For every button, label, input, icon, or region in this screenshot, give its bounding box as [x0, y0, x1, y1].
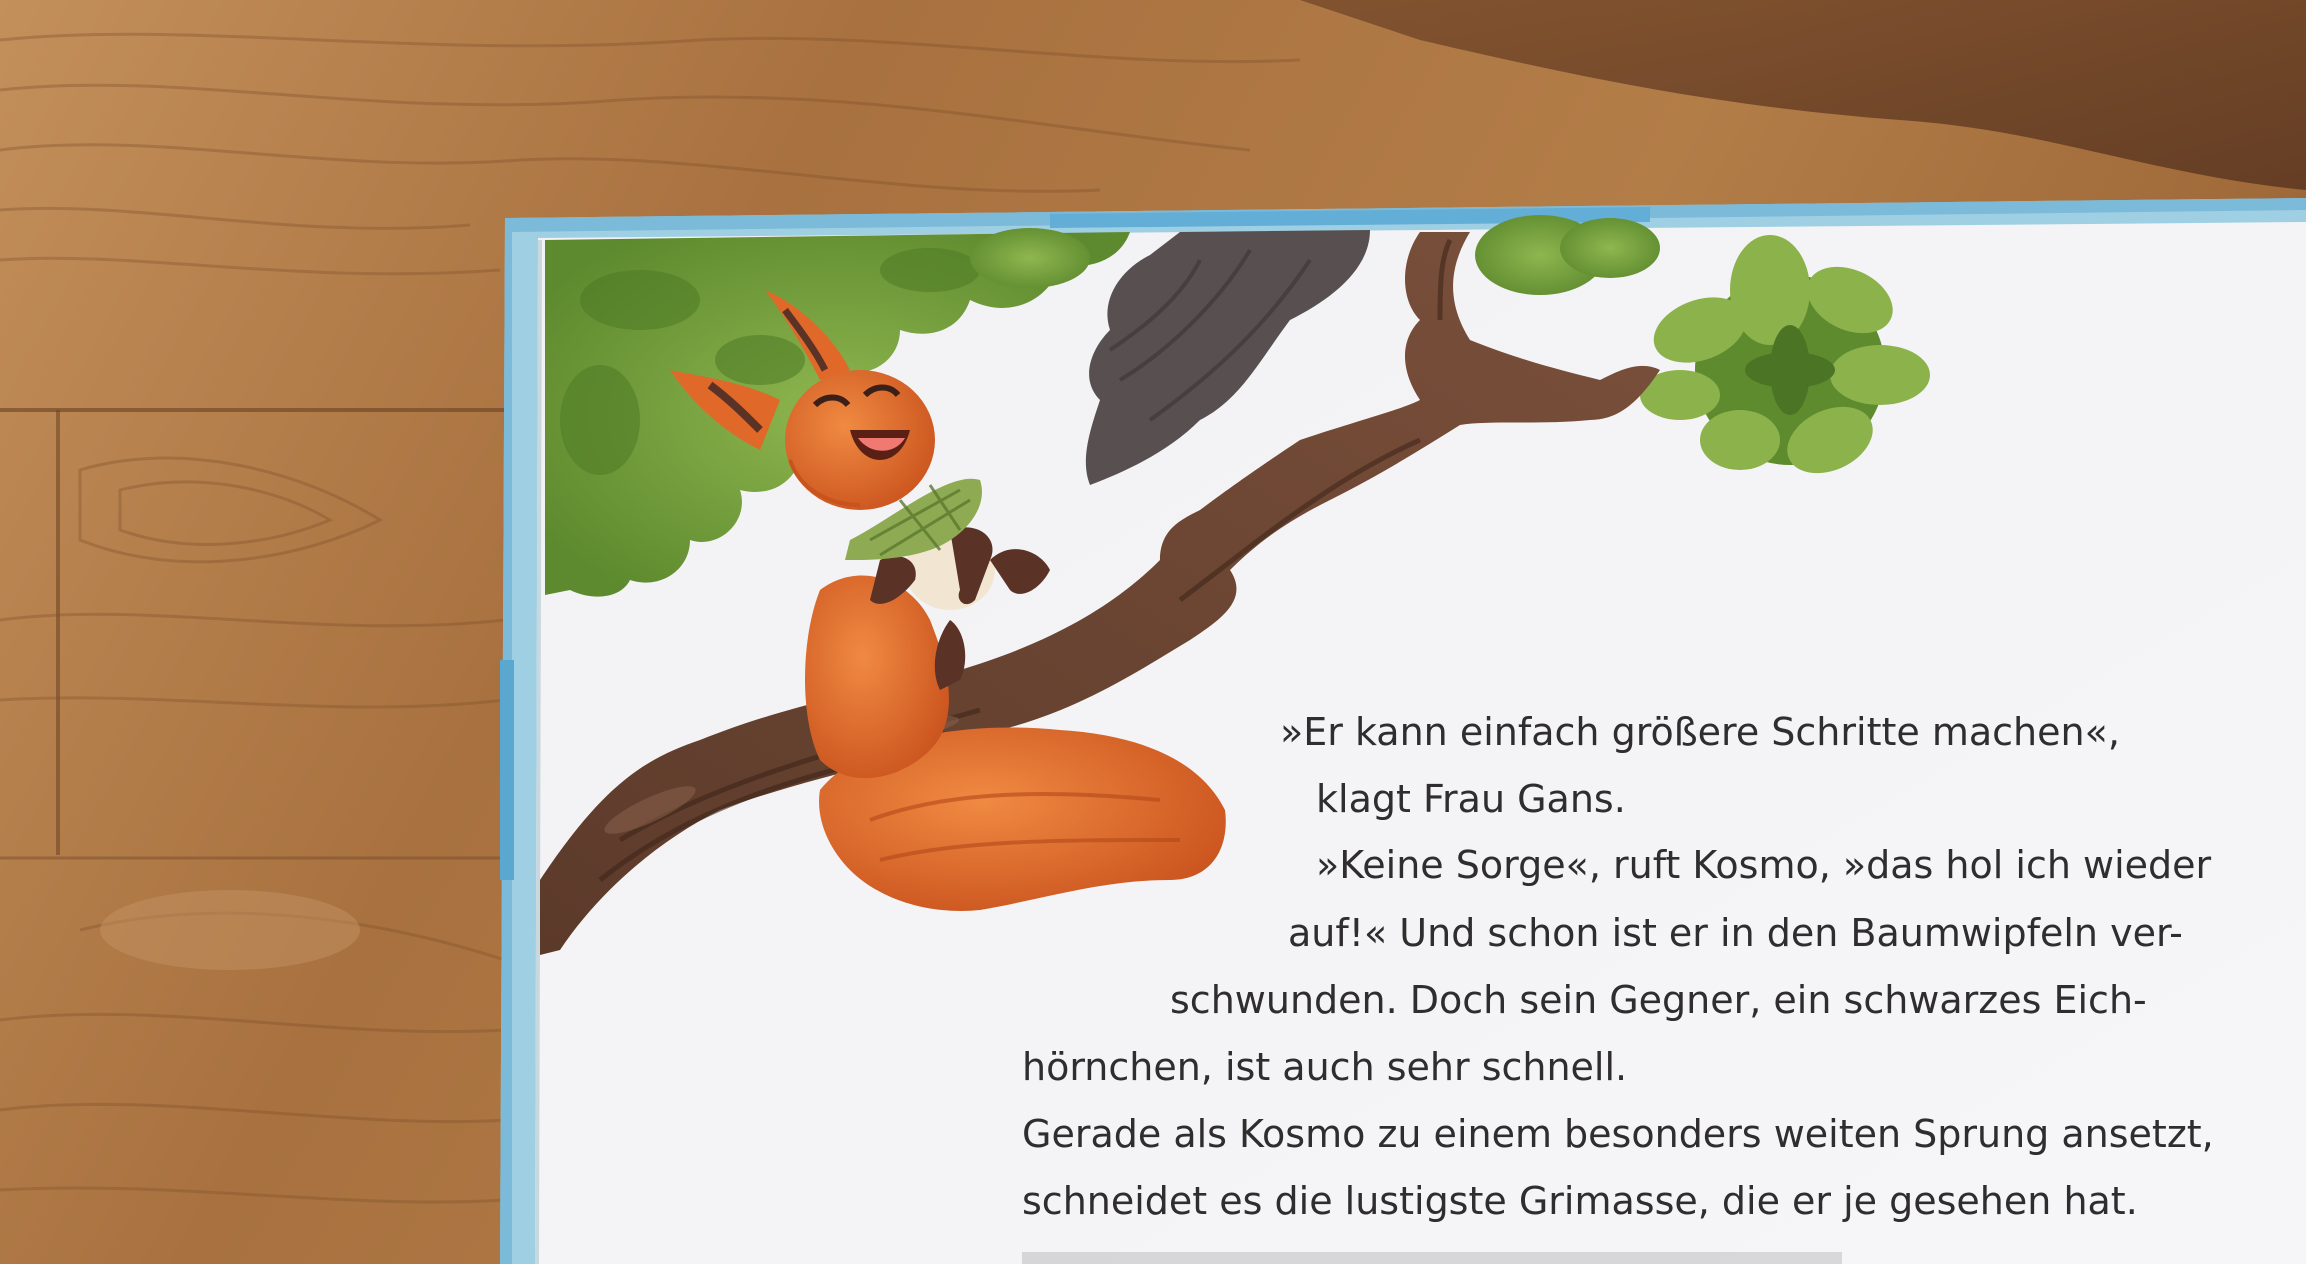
story-line: »Keine Sorge«, ruft Kosmo, »das hol ich … — [1316, 843, 2212, 887]
story-line: auf!« Und schon ist er in den Baumwipfel… — [1288, 911, 2183, 955]
story-line: schneidet es die lustigste Grimasse, die… — [1022, 1179, 2138, 1223]
story-line: klagt Frau Gans. — [1316, 777, 1626, 821]
photo-scene: »Er kann einfach größere Schritte machen… — [0, 0, 2306, 1264]
cut-off-line — [1022, 1252, 1842, 1264]
story-line: schwunden. Doch sein Gegner, ein schwarz… — [1170, 978, 2147, 1022]
story-line: hörnchen, ist auch sehr schnell. — [1022, 1045, 1627, 1089]
story-line: Gerade als Kosmo zu einem besonders weit… — [1022, 1112, 2214, 1156]
story-line: »Er kann einfach größere Schritte machen… — [1280, 710, 2120, 754]
